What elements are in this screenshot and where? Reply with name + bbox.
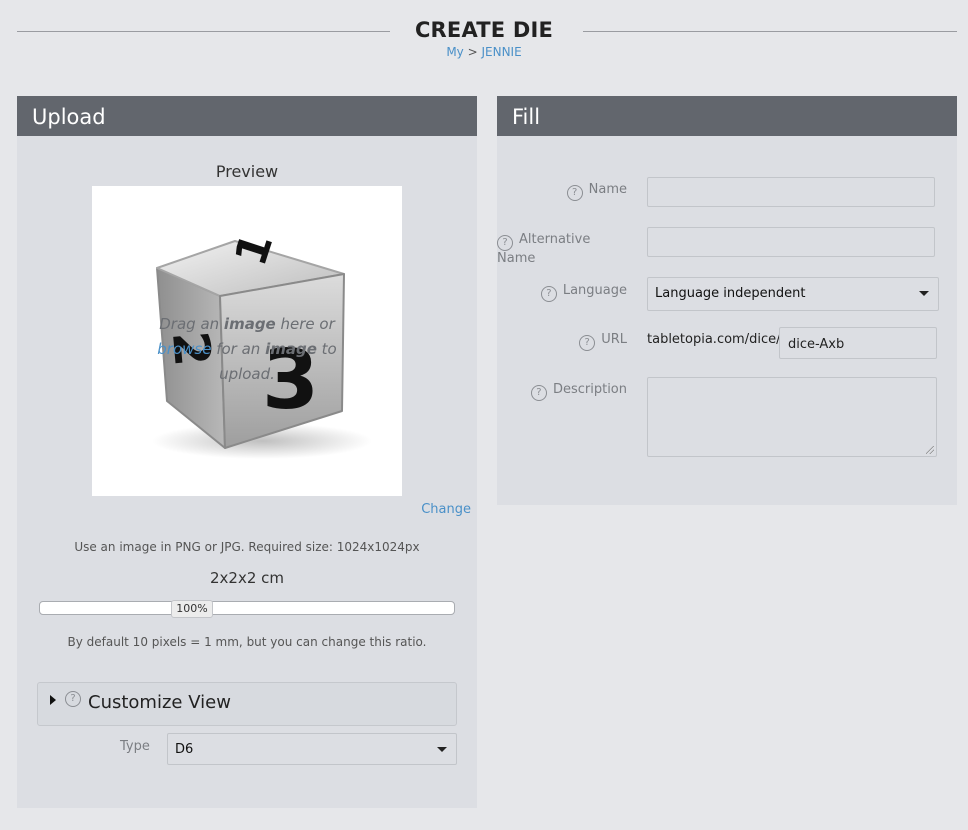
help-icon[interactable]: ? [540,286,557,302]
upload-panel: Upload Preview 1 3 2 Drag an image here … [17,96,477,808]
language-label: Language [562,283,627,298]
alt-name-label-wrap: ? Alternative Name [497,232,631,266]
dropzone-instructions: Drag an image here or browse for an imag… [152,312,342,387]
help-icon[interactable]: ? [497,235,513,251]
dropzone-text-pre: Drag an [159,315,224,333]
type-select[interactable]: D6 [167,733,457,765]
breadcrumb-current-link[interactable]: JENNIE [481,45,521,59]
name-label-wrap: ? Name [566,182,627,201]
page-title: CREATE DIE [414,18,554,42]
breadcrumb-my-link[interactable]: My [446,45,463,59]
help-icon[interactable]: ? [566,185,583,201]
language-select-value: Language independent [655,286,806,301]
triangle-right-icon [50,695,56,705]
caret-down-icon [437,747,447,752]
language-label-wrap: ? Language [540,283,627,302]
dropzone-text-image2: image [265,340,317,358]
preview-label: Preview [215,162,279,181]
pixel-ratio-hint: By default 10 pixels = 1 mm, but you can… [67,635,427,649]
dropzone-text-image: image [223,315,276,333]
image-dropzone[interactable]: 1 3 2 Drag an image here or browse for a… [92,186,402,496]
upload-panel-header: Upload [17,96,477,136]
url-label: URL [601,332,627,347]
description-textarea[interactable] [647,377,937,457]
description-label-wrap: ? Description [530,382,627,401]
help-icon[interactable]: ? [65,691,81,707]
image-requirements-hint: Use an image in PNG or JPG. Required siz… [74,540,420,554]
customize-view-toggle[interactable]: ? Customize View [37,682,457,726]
breadcrumb-separator: > [463,45,482,59]
fill-panel: Fill ? Name ? Alternative Name ? Language L… [497,96,957,505]
customize-view-label: Customize View [88,692,231,713]
name-label: Name [588,182,627,197]
url-label-wrap: ? URL [579,332,627,351]
scale-slider-handle[interactable]: 100% [171,600,213,618]
url-input[interactable]: dice-Axb [779,327,937,359]
name-input[interactable] [647,177,935,207]
resize-grip-icon[interactable] [926,446,934,454]
dropzone-text-mid2: for an [211,340,266,358]
dropzone-text-mid: here or [275,315,335,333]
scale-slider[interactable]: 100% [39,600,455,618]
fill-panel-header: Fill [497,96,957,136]
type-select-value: D6 [175,742,194,757]
browse-link[interactable]: browse [157,340,211,358]
die-size-label: 2x2x2 cm [209,569,284,587]
change-image-link[interactable]: Change [421,502,471,517]
caret-down-icon [919,291,929,296]
description-label: Description [552,382,627,397]
type-label: Type [120,739,150,754]
help-icon[interactable]: ? [579,335,596,351]
url-prefix: tabletopia.com/dice/ [647,332,781,347]
language-select[interactable]: Language independent [647,277,939,311]
alt-name-input[interactable] [647,227,935,257]
breadcrumb: My > JENNIE [0,45,968,59]
help-icon[interactable]: ? [530,385,547,401]
